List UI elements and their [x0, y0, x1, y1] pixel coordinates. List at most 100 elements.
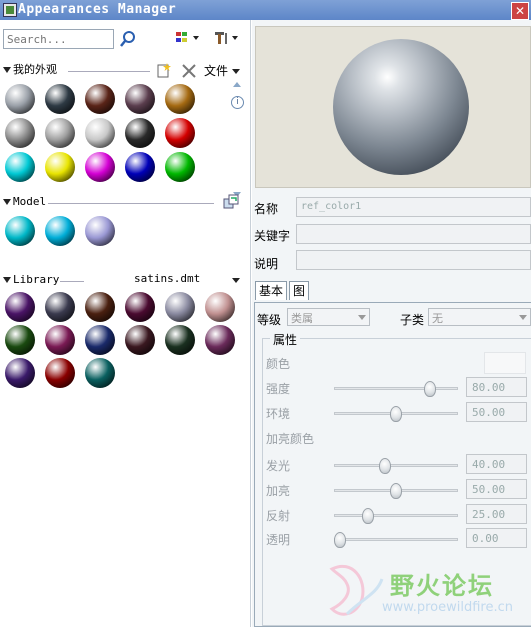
class-select[interactable]: 类属 — [287, 308, 370, 326]
slider-value-field[interactable]: 50.00 — [466, 479, 527, 499]
color-swatch[interactable] — [484, 352, 526, 374]
appearance-swatch[interactable] — [45, 84, 75, 114]
slider-track[interactable] — [334, 514, 458, 517]
tab-basic[interactable]: 基本 — [255, 281, 288, 300]
properties-group-title: 属性 — [270, 331, 301, 348]
appearance-swatch[interactable] — [165, 84, 195, 114]
appearance-swatch[interactable] — [85, 292, 115, 322]
slider-value-field[interactable]: 0.00 — [466, 528, 527, 548]
appearance-swatch[interactable] — [45, 118, 75, 148]
collapse-triangle-icon[interactable] — [3, 277, 11, 283]
appearance-swatch[interactable] — [45, 325, 75, 355]
tab-map[interactable]: 图 — [289, 281, 310, 300]
appearance-swatch[interactable] — [85, 84, 115, 114]
appearance-swatch[interactable] — [5, 325, 35, 355]
library-dropdown-icon[interactable] — [232, 278, 240, 283]
slider-track[interactable] — [334, 387, 458, 390]
collapse-triangle-icon[interactable] — [3, 199, 11, 205]
appearance-swatch[interactable] — [5, 152, 35, 182]
appearance-swatch[interactable] — [45, 358, 75, 388]
appearance-swatch[interactable] — [125, 292, 155, 322]
close-button[interactable]: ✕ — [511, 2, 529, 20]
appearance-swatch[interactable] — [165, 325, 195, 355]
description-label: 说明 — [254, 257, 279, 271]
keyword-label: 关键字 — [254, 229, 291, 243]
appearance-swatch[interactable] — [45, 216, 75, 246]
slider-thumb[interactable] — [390, 483, 402, 499]
highlight-color-label: 加亮颜色 — [266, 432, 315, 446]
model-title: Model — [13, 195, 47, 208]
appearance-swatch[interactable] — [85, 358, 115, 388]
my-appearances-header[interactable]: 我的外观 — [3, 62, 57, 78]
appearance-swatch[interactable] — [85, 325, 115, 355]
class-label: 等级 — [257, 313, 282, 327]
slider-thumb[interactable] — [378, 458, 391, 474]
appearance-palette-panel: 我的外观 文件 i Model Library satins.dmt — [0, 20, 251, 627]
appearance-preview[interactable] — [255, 26, 531, 188]
slider-track[interactable] — [334, 538, 458, 541]
appearance-swatch[interactable] — [205, 292, 235, 322]
scroll-up-icon[interactable] — [233, 82, 241, 87]
new-appearance-icon[interactable] — [156, 62, 172, 81]
appearance-swatch[interactable] — [45, 292, 75, 322]
model-tools-icon[interactable] — [223, 194, 239, 213]
slider-value-field[interactable]: 40.00 — [466, 454, 527, 474]
name-field[interactable]: ref_color1 — [296, 197, 531, 217]
slider-label: 加亮 — [266, 484, 291, 498]
slider-thumb[interactable] — [362, 508, 374, 524]
preview-sphere — [333, 39, 469, 175]
keyword-field[interactable] — [296, 224, 531, 244]
slider-label: 透明 — [266, 533, 291, 547]
view-mode-icon[interactable] — [176, 31, 200, 47]
search-icon[interactable] — [119, 30, 137, 48]
appearance-swatch[interactable] — [85, 152, 115, 182]
slider-thumb[interactable] — [334, 532, 346, 548]
slider-track[interactable] — [334, 464, 458, 467]
appearance-swatch[interactable] — [5, 216, 35, 246]
collapse-triangle-icon[interactable] — [3, 67, 11, 73]
tools-icon[interactable] — [214, 31, 238, 47]
vertical-scrollbar[interactable]: i — [231, 82, 244, 198]
appearance-swatch[interactable] — [85, 216, 115, 246]
slider-value-field[interactable]: 80.00 — [466, 377, 527, 397]
appearance-swatch[interactable] — [5, 292, 35, 322]
model-header[interactable]: Model — [3, 194, 46, 210]
slider-thumb[interactable] — [390, 406, 402, 422]
section-divider — [48, 203, 214, 204]
app-icon — [3, 3, 17, 17]
appearance-swatch[interactable] — [85, 118, 115, 148]
slider-label: 发光 — [266, 459, 291, 473]
appearance-swatch[interactable] — [165, 152, 195, 182]
appearance-swatch[interactable] — [125, 118, 155, 148]
subclass-label: 子类 — [400, 313, 425, 327]
my-appearances-title: 我的外观 — [13, 63, 57, 76]
appearance-swatch[interactable] — [5, 358, 35, 388]
section-divider — [60, 281, 84, 282]
delete-icon[interactable] — [182, 64, 196, 81]
window-title: Appearances Manager — [18, 2, 177, 17]
appearance-swatch[interactable] — [165, 118, 195, 148]
file-menu[interactable]: 文件 — [204, 62, 241, 79]
slider-value-field[interactable]: 50.00 — [466, 402, 527, 422]
description-field[interactable] — [296, 250, 531, 270]
appearance-swatch[interactable] — [5, 118, 35, 148]
name-label: 名称 — [254, 202, 279, 216]
slider-thumb[interactable] — [423, 381, 436, 397]
library-header[interactable]: Library — [3, 272, 59, 288]
appearance-editor-panel: 名称 ref_color1 关键字 说明 基本 图 等级 类属 子类 无 属性 … — [252, 20, 531, 627]
appearance-swatch[interactable] — [125, 152, 155, 182]
class-select-value: 类属 — [291, 312, 313, 325]
appearance-swatch[interactable] — [205, 325, 235, 355]
search-input[interactable] — [3, 29, 114, 49]
section-divider — [68, 71, 150, 72]
subclass-select[interactable]: 无 — [428, 308, 531, 326]
appearance-swatch[interactable] — [5, 84, 35, 114]
color-label: 颜色 — [266, 357, 291, 371]
chevron-down-icon — [232, 69, 241, 74]
slider-value-field[interactable]: 25.00 — [466, 504, 527, 524]
appearance-swatch[interactable] — [125, 325, 155, 355]
appearance-swatch[interactable] — [165, 292, 195, 322]
appearance-swatch[interactable] — [45, 152, 75, 182]
info-icon[interactable]: i — [231, 96, 244, 109]
appearance-swatch[interactable] — [125, 84, 155, 114]
